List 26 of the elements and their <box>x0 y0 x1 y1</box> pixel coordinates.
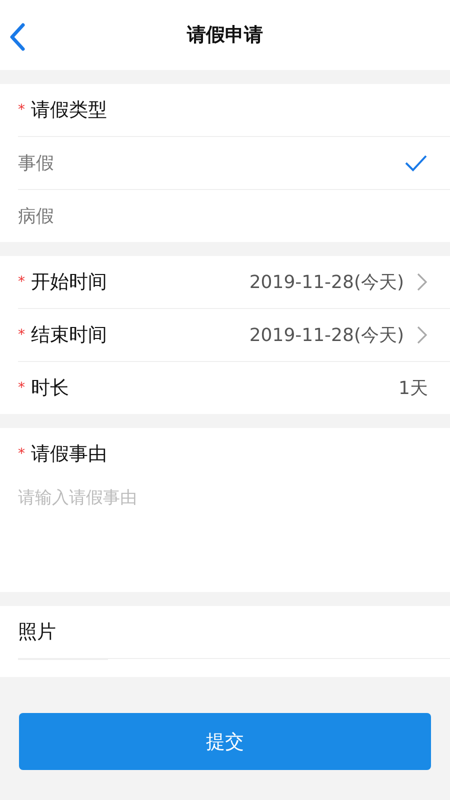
field-label: 结束时间 <box>31 323 107 348</box>
field-label: 请假事由 <box>31 442 107 467</box>
leave-option[interactable]: 病假 <box>18 190 450 242</box>
field-value: 2019-11-28(今天) <box>249 271 404 294</box>
field-value: 2019-11-28(今天) <box>249 324 404 347</box>
leave-option[interactable]: 事假 <box>18 137 450 190</box>
required-mark: * <box>18 380 25 396</box>
back-button[interactable] <box>8 22 28 52</box>
page-title: 请假申请 <box>187 23 263 48</box>
submit-button[interactable]: 提交 <box>19 713 431 770</box>
required-mark: * <box>18 102 25 118</box>
reason-input[interactable]: 请输入请假事由 <box>0 480 450 592</box>
check-icon <box>404 153 428 173</box>
option-label: 病假 <box>18 205 55 228</box>
field-value: 1天 <box>398 377 428 400</box>
field-label: 时长 <box>31 376 69 401</box>
chevron-right-icon <box>416 325 428 345</box>
required-mark: * <box>18 446 25 462</box>
field-label: 开始时间 <box>31 270 107 295</box>
field-label: 照片 <box>18 620 56 645</box>
required-mark: * <box>18 274 25 290</box>
option-label: 事假 <box>18 152 55 175</box>
required-mark: * <box>18 327 25 343</box>
field-label: 请假类型 <box>31 98 107 123</box>
back-icon <box>8 22 28 52</box>
chevron-right-icon <box>416 272 428 292</box>
